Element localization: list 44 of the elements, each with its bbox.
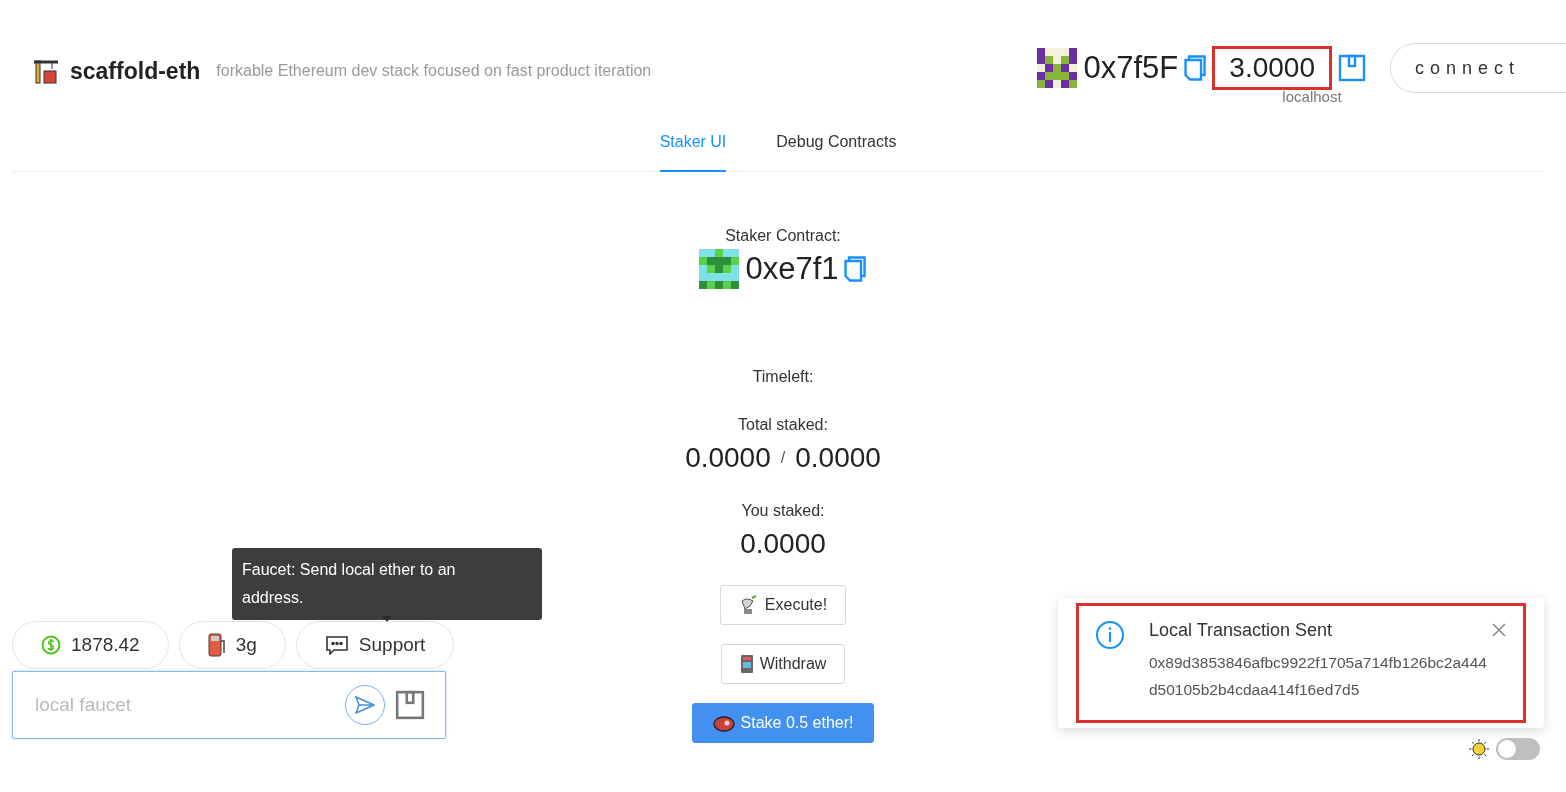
sun-icon <box>1468 738 1490 760</box>
network-label: localhost <box>1282 88 1342 105</box>
nav-tab[interactable]: Debug Contracts <box>776 123 897 172</box>
notification-title: Local Transaction Sent <box>1149 620 1333 641</box>
close-button[interactable] <box>1491 622 1507 638</box>
send-icon <box>355 696 375 714</box>
satellite-dish-icon <box>738 595 759 615</box>
identicon-icon <box>1037 48 1078 88</box>
address-input-field[interactable]: local faucet <box>33 693 335 717</box>
comment-icon <box>324 635 349 655</box>
timeleft-label: Timeleft: <box>752 368 814 386</box>
app-title: scaffold-eth <box>70 57 201 85</box>
theme-switch[interactable] <box>1496 738 1540 760</box>
you-staked-value: 0.0000 <box>740 528 826 560</box>
eth-price-pill: 1878.42 <box>12 621 169 669</box>
dollar-icon <box>41 635 61 655</box>
app-tagline: forkable Ethereum dev stack focused on fast product iteration <box>216 62 652 80</box>
faucet-tooltip: Faucet: Send local ether to an address. <box>232 548 542 620</box>
you-staked-label: You staked: <box>741 502 825 520</box>
execute-button[interactable]: Execute! <box>719 585 847 625</box>
connect-button[interactable]: connect <box>1390 43 1566 93</box>
copy-icon[interactable] <box>844 256 867 282</box>
info-icon <box>1095 620 1125 650</box>
fuel-pump-icon <box>207 633 226 657</box>
total-staked-label: Total staked: <box>738 416 828 434</box>
separator: / <box>780 449 786 467</box>
balance-value: 3.0000 <box>1212 46 1332 90</box>
contract-address: 0xe7f1 <box>745 251 839 287</box>
threshold-value: 0.0000 <box>795 442 881 474</box>
crane-icon <box>32 57 60 85</box>
gas-price-pill: 3g <box>178 621 286 669</box>
copy-icon[interactable] <box>1184 55 1207 81</box>
atm-icon <box>739 654 754 674</box>
total-staked-value: 0.0000 <box>685 442 771 474</box>
account-address: 0x7f5F <box>1083 50 1179 86</box>
steak-icon <box>712 714 735 732</box>
identicon-icon <box>699 249 740 289</box>
transaction-hash: 0x89d3853846afbc9922f1705a714fb126bc2a444d50105b2b4cdaa414f16ed7d5 <box>1149 653 1488 700</box>
wallet-icon[interactable] <box>395 690 425 720</box>
send-button[interactable] <box>345 685 385 725</box>
support-button[interactable]: Support <box>295 621 455 669</box>
withdraw-button[interactable]: Withdraw <box>720 644 846 684</box>
wallet-icon[interactable] <box>1338 54 1366 82</box>
contract-label: Staker Contract: <box>725 227 841 245</box>
